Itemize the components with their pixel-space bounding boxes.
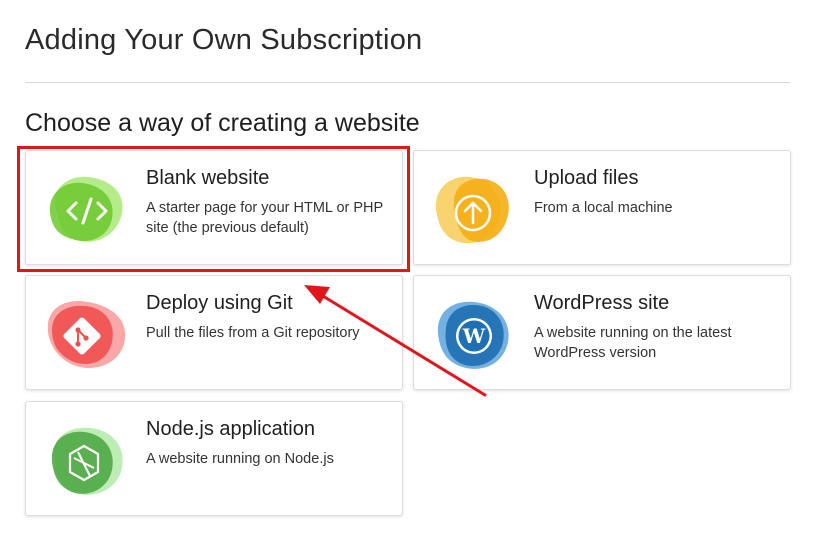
section-title: Choose a way of creating a website xyxy=(25,109,420,137)
nodejs-icon xyxy=(42,416,132,502)
page-title: Adding Your Own Subscription xyxy=(25,24,423,56)
card-title: Deploy using Git xyxy=(146,292,293,314)
card-wordpress-site[interactable]: W WordPress site A website running on th… xyxy=(413,275,791,390)
card-description: From a local machine xyxy=(534,200,673,216)
card-nodejs-application[interactable]: Node.js application A website running on… xyxy=(25,401,403,516)
card-description: Pull the files from a Git repository xyxy=(146,325,360,341)
card-blank-website[interactable]: Blank website A starter page for your HT… xyxy=(25,150,403,265)
upload-icon xyxy=(430,165,520,251)
card-title: Node.js application xyxy=(146,418,315,440)
card-title: WordPress site xyxy=(534,292,670,314)
card-title: Blank website xyxy=(146,167,270,189)
git-icon xyxy=(42,290,132,376)
card-deploy-git[interactable]: Deploy using Git Pull the files from a G… xyxy=(25,275,403,390)
card-description: A starter page for your HTML or PHP site… xyxy=(146,200,383,236)
wordpress-icon: W xyxy=(430,290,520,376)
card-description: A website running on Node.js xyxy=(146,451,334,467)
svg-text:W: W xyxy=(462,324,486,348)
card-description: A website running on the latest WordPres… xyxy=(534,325,732,361)
card-upload-files[interactable]: Upload files From a local machine xyxy=(413,150,791,265)
code-icon xyxy=(42,165,132,251)
title-divider xyxy=(25,82,790,83)
card-title: Upload files xyxy=(534,167,639,189)
